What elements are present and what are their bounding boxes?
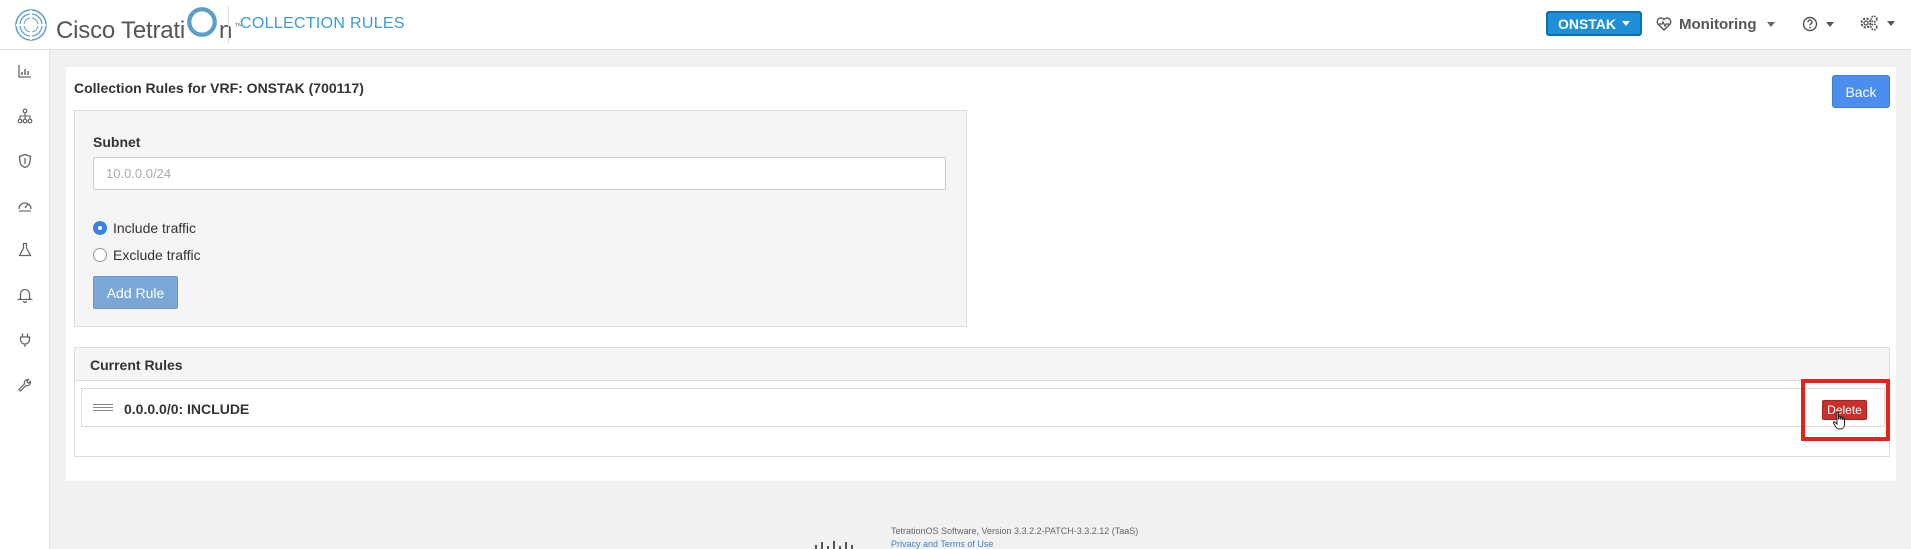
back-button[interactable]: Back [1832, 75, 1890, 108]
scope-selector-button[interactable]: ONSTAK [1546, 11, 1642, 36]
rule-row: 0.0.0.0/0: INCLUDE [81, 388, 1885, 427]
hand-cursor-icon [1832, 411, 1845, 430]
cisco-tetration-logo[interactable]: Cisco Tetrati n ™ [14, 6, 243, 44]
include-traffic-option[interactable]: Include traffic [93, 219, 196, 237]
include-traffic-radio[interactable] [93, 221, 107, 235]
highlight-annotation [1801, 379, 1890, 441]
subnet-label: Subnet [93, 134, 141, 150]
privacy-terms-link[interactable]: Privacy and Terms of Use [891, 539, 993, 549]
collection-rules-card: Collection Rules for VRF: ONSTAK (700117… [66, 67, 1896, 481]
speedometer-icon[interactable] [17, 198, 33, 214]
subnet-input[interactable] [93, 157, 946, 190]
chevron-down-icon [1887, 20, 1895, 26]
current-rules-header: Current Rules [75, 348, 1889, 381]
current-rules-panel: Current Rules 0.0.0.0/0: INCLUDE [74, 347, 1890, 457]
wrench-icon[interactable] [17, 377, 33, 393]
exclude-traffic-option[interactable]: Exclude traffic [93, 246, 201, 264]
chevron-down-icon [1826, 21, 1834, 27]
chevron-down-icon [1767, 21, 1776, 27]
exclude-traffic-radio[interactable] [93, 248, 107, 262]
plug-icon[interactable] [17, 332, 33, 348]
gears-icon [1860, 15, 1878, 31]
include-traffic-label: Include traffic [113, 220, 197, 236]
monitoring-label: Monitoring [1679, 15, 1757, 33]
top-bar: Cisco Tetrati n ™ COLLECTION RULES ONSTAK … [0, 0, 1911, 50]
scope-label: ONSTAK [1557, 15, 1617, 32]
brand-o-glyph-icon [187, 7, 217, 37]
software-version: TetrationOS Software, Version 3.3.2.2-PA… [891, 526, 1139, 536]
bell-icon[interactable] [17, 287, 33, 303]
brand-name: Cisco Tetrati n ™ [56, 5, 243, 45]
heart-pulse-icon [1656, 17, 1672, 31]
chevron-down-icon [1622, 21, 1631, 26]
cisco-footer-logo [815, 541, 853, 549]
tetration-logo-icon [15, 9, 47, 41]
add-rule-button[interactable]: Add Rule [93, 276, 178, 309]
topology-icon[interactable] [17, 108, 33, 124]
drag-handle-icon[interactable] [93, 404, 113, 412]
security-icon[interactable] [17, 153, 33, 169]
card-title: Collection Rules for VRF: ONSTAK (700117… [74, 80, 364, 96]
exclude-traffic-label: Exclude traffic [113, 247, 201, 263]
settings-menu[interactable] [1859, 12, 1895, 34]
page-title: COLLECTION RULES [240, 15, 405, 32]
help-menu[interactable] [1802, 13, 1834, 35]
header-divider [228, 6, 229, 44]
dashboard-icon[interactable] [17, 63, 33, 79]
help-icon [1802, 16, 1818, 32]
left-sidebar [0, 50, 50, 549]
rule-text: 0.0.0.0/0: INCLUDE [124, 401, 250, 417]
monitoring-menu[interactable]: Monitoring [1656, 13, 1776, 35]
current-rules-title: Current Rules [90, 357, 183, 373]
add-rule-form: Subnet Include traffic Exclude traffic A… [74, 110, 967, 327]
flask-icon[interactable] [17, 242, 33, 258]
